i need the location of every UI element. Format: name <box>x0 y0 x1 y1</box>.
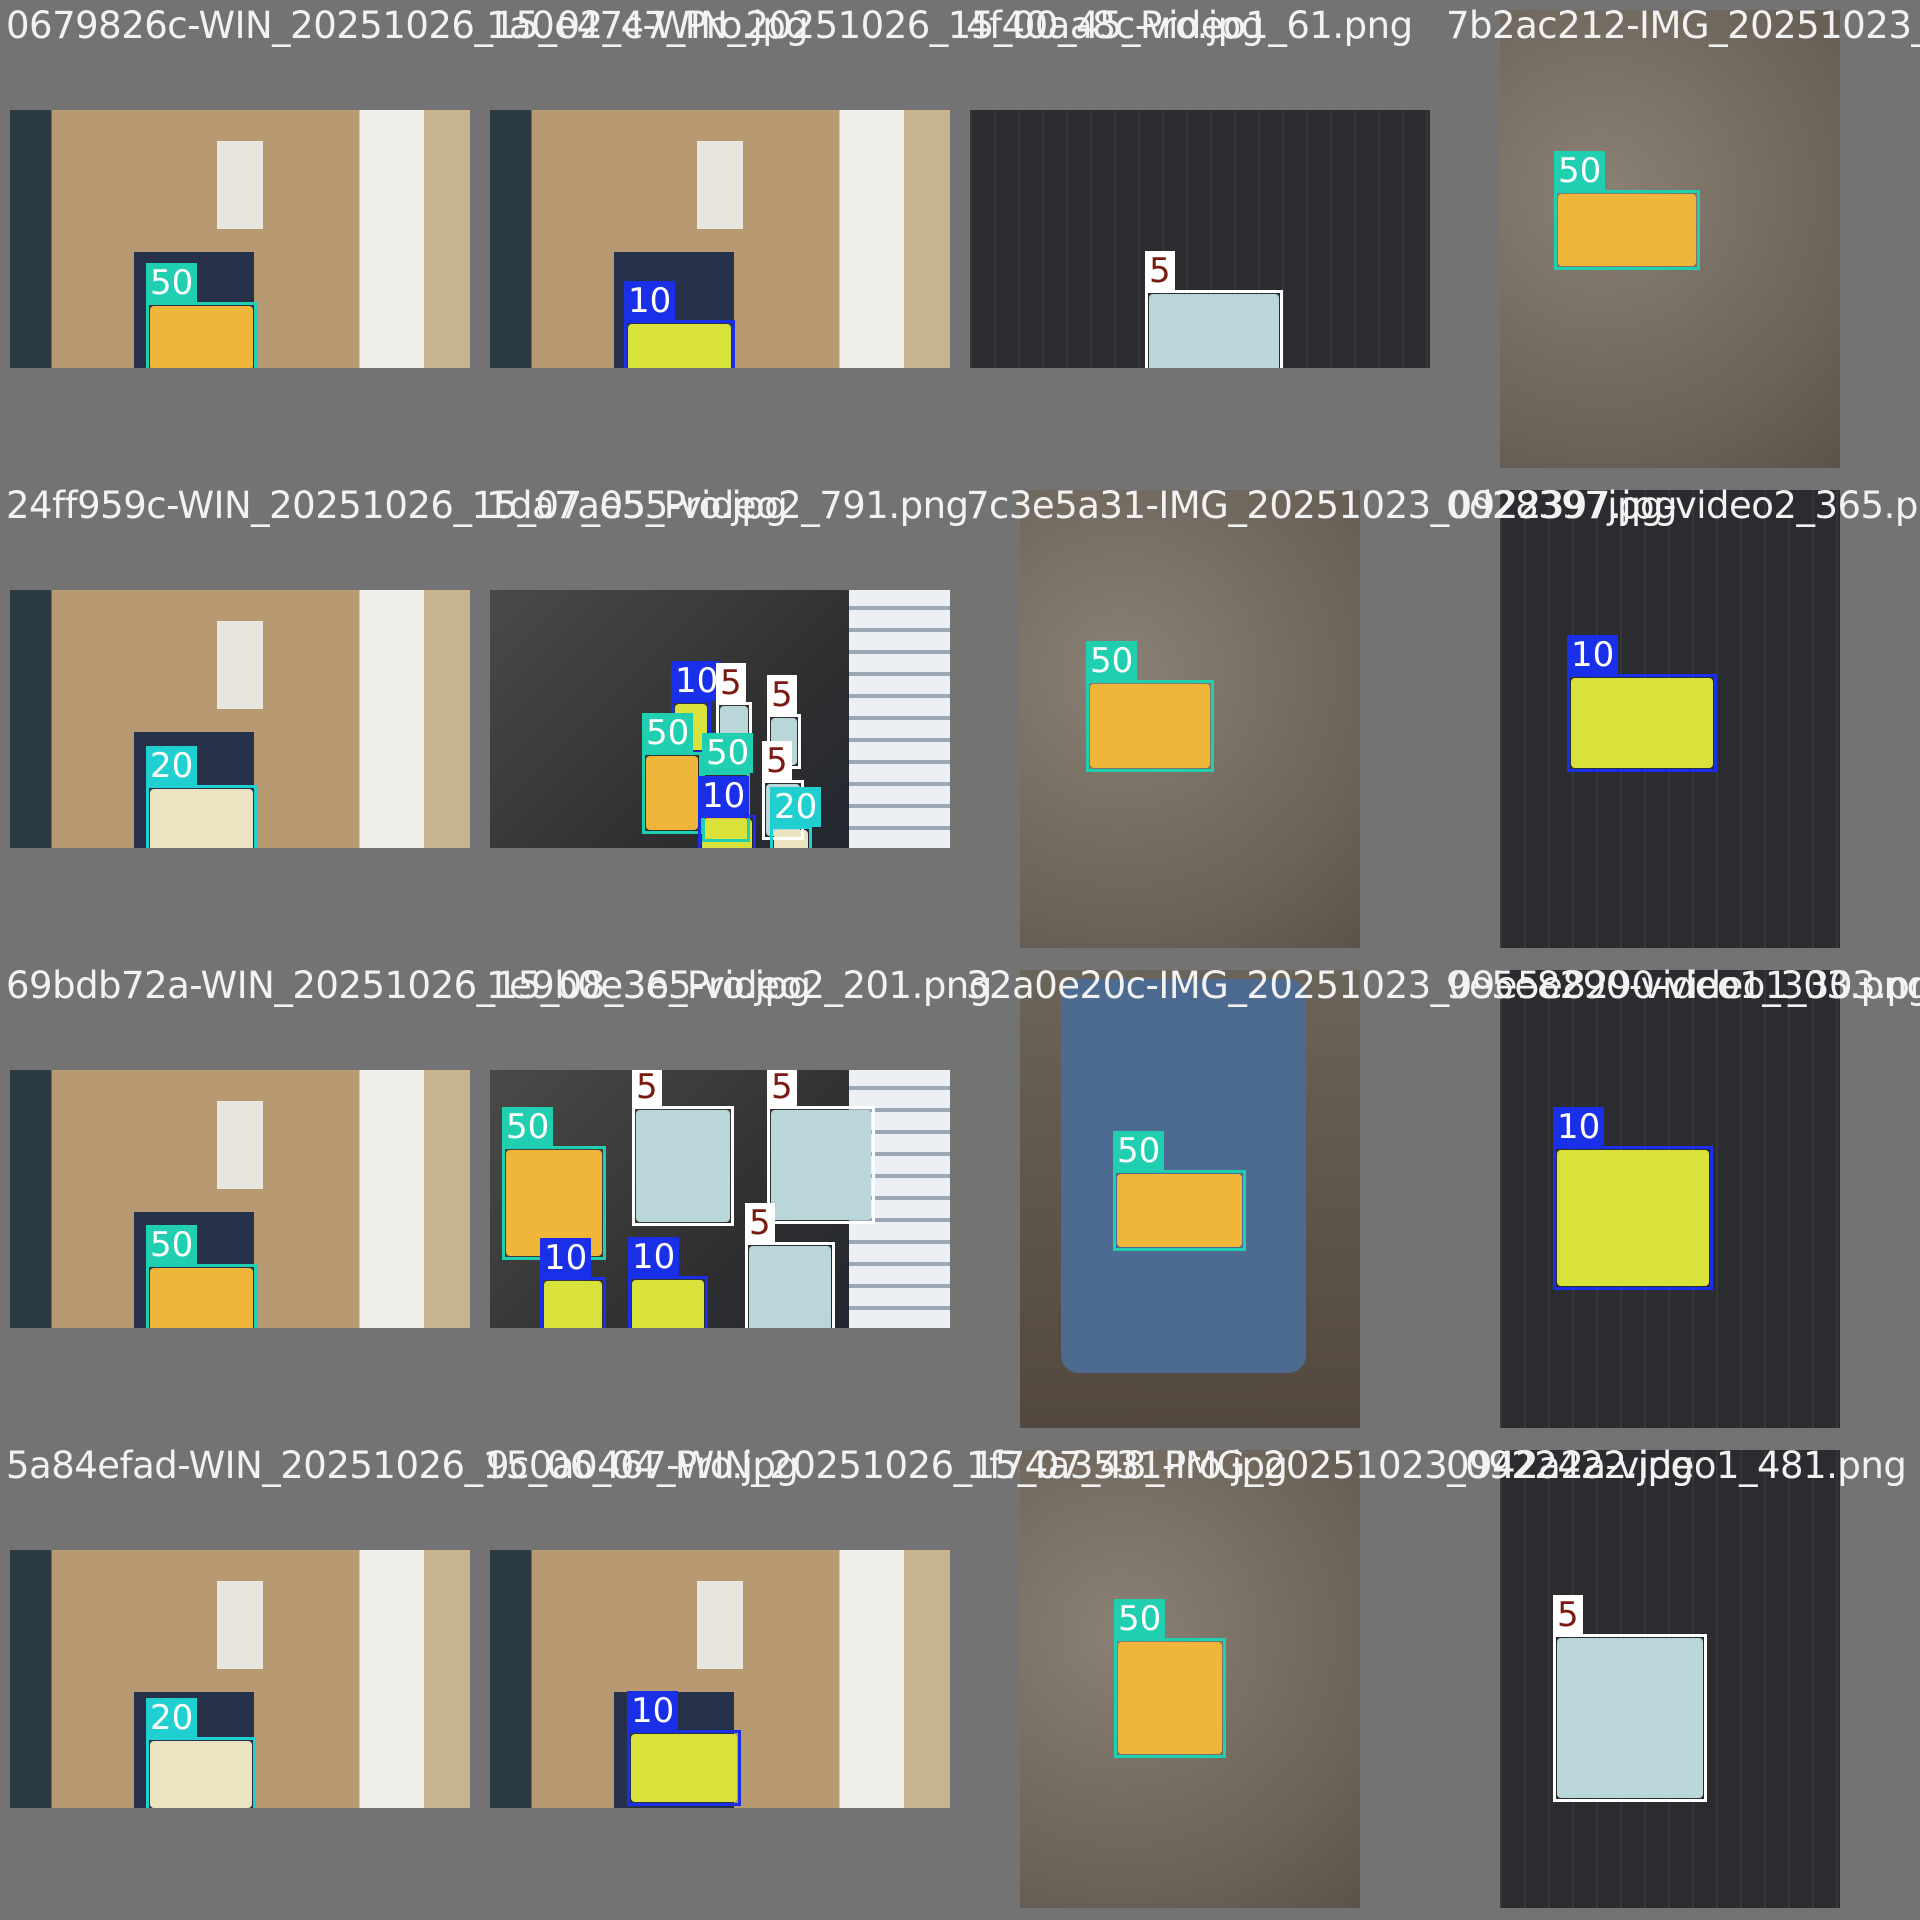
tile-photo: 50 <box>1020 1450 1360 1908</box>
detection-box: 5 <box>1145 251 1283 368</box>
mosaic-tile: 20 24ff959c-WIN_20251026_15_07_05_Pro.jpg <box>0 480 788 958</box>
detection-class-label: 10 <box>1567 635 1619 675</box>
detection-class-label: 10 <box>671 661 723 701</box>
mosaic-tile: 20 5a84efad-WIN_20251026_15_06_04_Pro.jpg <box>0 1440 799 1918</box>
mosaic-tile: 5 4f40aa8c-video1_61.png <box>960 0 1438 478</box>
detection-box: 5 <box>745 1203 835 1328</box>
detection-class-label: 50 <box>1554 151 1606 191</box>
detection-class-label: 50 <box>146 263 198 303</box>
detection-class-label: 5 <box>632 1070 662 1107</box>
tile-photo: 5 <box>970 110 1430 368</box>
detection-box: 50 <box>1114 1599 1226 1758</box>
tile-photo: 50 <box>1020 970 1360 1428</box>
detection-box: 20 <box>146 746 257 848</box>
detection-box: 5 <box>767 1070 875 1224</box>
detection-box: 10 <box>540 1238 606 1328</box>
detection-box: 5 <box>1553 1595 1707 1802</box>
detection-class-label: 10 <box>698 776 750 816</box>
tile-photo: 10 <box>1500 970 1840 1428</box>
detection-class-label: 5 <box>1145 251 1175 291</box>
mosaic-tile: 10 9c0a0467-WIN_20251026_15_07_48_Pro.jpg <box>480 1440 1288 1918</box>
detection-box: 10 <box>624 281 735 368</box>
detection-box: 5 <box>632 1070 734 1226</box>
mosaic-tile: 50 0679826c-WIN_20251026_15_02_47_Pro.jpg <box>0 0 809 478</box>
detection-class-label: 20 <box>770 787 822 827</box>
detection-box: 10 <box>628 1237 708 1328</box>
detection-class-label: 10 <box>627 1691 679 1731</box>
detection-box: 50 <box>1086 641 1214 772</box>
detection-box: 10 <box>1567 635 1717 772</box>
detection-box: 10 <box>1553 1107 1713 1290</box>
detection-class-label: 50 <box>642 713 694 753</box>
detection-box: 20 <box>770 787 822 848</box>
detection-class-label: 5 <box>1553 1595 1583 1635</box>
mosaic-tile: 50 7c3e5a31-IMG_20251023_0922397.jpg <box>960 480 1677 958</box>
mosaic-tile: 5 5 50 5 10 10 1e9b0e3e5-video2_201.png <box>480 960 992 1438</box>
mosaic-tile: 50 1f74a3531-IMG_20251023_0922422.jpg <box>960 1440 1694 1918</box>
detection-class-label: 5 <box>745 1203 775 1243</box>
tile-photo: 50 <box>10 110 470 368</box>
detection-class-label: 50 <box>1113 1131 1165 1171</box>
tile-photo: 10 5 5 50 50 5 10 20 <box>490 590 950 848</box>
detection-class-label: 5 <box>716 663 746 703</box>
tile-photo: 50 <box>1020 490 1360 948</box>
detection-box: 50 <box>1554 151 1700 270</box>
mosaic-grid: 50 0679826c-WIN_20251026_15_02_47_Pro.jpg… <box>0 0 1920 1920</box>
tile-photo: 10 <box>490 1550 950 1808</box>
tile-filename: 4f40aa8c-video1_61.png <box>966 4 1413 47</box>
mosaic-tile: 10 5 5 50 50 5 10 20 1da7ae55-video2_791.png <box>480 480 969 958</box>
detection-class-label: 10 <box>540 1238 592 1278</box>
detection-class-label: 5 <box>767 1070 797 1107</box>
tile-photo: 5 5 50 5 10 10 <box>490 1070 950 1328</box>
detection-class-label: 10 <box>624 281 676 321</box>
mosaic-tile: 5 0942a2a-video1_481.png <box>1440 1440 1918 1918</box>
detection-box: 10 <box>698 776 756 848</box>
tile-filename: 1da7ae55-video2_791.png <box>486 484 969 527</box>
detection-box: 50 <box>642 713 702 834</box>
detection-class-label: 50 <box>1086 641 1138 681</box>
detection-class-label: 10 <box>1553 1107 1605 1147</box>
mosaic-tile: 10 0d28397jpg-video2_365.png <box>1440 480 1920 958</box>
detection-class-label: 50 <box>702 733 754 773</box>
tile-photo: 5 <box>1500 1450 1840 1908</box>
mosaic-tile: 50 7b2ac212-IMG_20251023_0 <box>1440 0 1920 478</box>
detection-class-label: 20 <box>146 746 198 786</box>
detection-class-label: 5 <box>767 675 797 715</box>
detection-class-label: 5 <box>762 741 792 781</box>
detection-class-label: 50 <box>502 1107 554 1147</box>
tile-photo: 50 <box>10 1070 470 1328</box>
detection-box: 50 <box>1113 1131 1246 1251</box>
tile-photo: 10 <box>1500 490 1840 948</box>
detection-class-label: 50 <box>1114 1599 1166 1639</box>
detection-box: 10 <box>627 1691 741 1806</box>
mosaic-tile: 10 1a0e47c-WIN_20251026_15_00_45_Pro.jpg <box>480 0 1264 478</box>
detection-class-label: 10 <box>628 1237 680 1277</box>
detection-box: 50 <box>146 263 257 368</box>
tile-photo: 20 <box>10 1550 470 1808</box>
mosaic-tile: 50 32a0e20c-IMG_20251023_09e5e8290-video1… <box>960 960 1920 1438</box>
tile-photo: 20 <box>10 590 470 848</box>
tile-photo: 10 <box>490 110 950 368</box>
detection-class-label: 50 <box>146 1225 198 1265</box>
tile-filename: 1e9b0e3e5-video2_201.png <box>486 964 992 1007</box>
mosaic-tile: 10 9e5e8290-video1_303.png <box>1440 960 1920 1438</box>
tile-photo: 50 <box>1500 10 1840 468</box>
detection-box: 50 <box>146 1225 257 1328</box>
mosaic-tile: 50 69bdb72a-WIN_20251026_15_08_36_Pro.jpg <box>0 960 811 1438</box>
detection-box: 20 <box>146 1698 256 1808</box>
detection-class-label: 20 <box>146 1698 198 1738</box>
